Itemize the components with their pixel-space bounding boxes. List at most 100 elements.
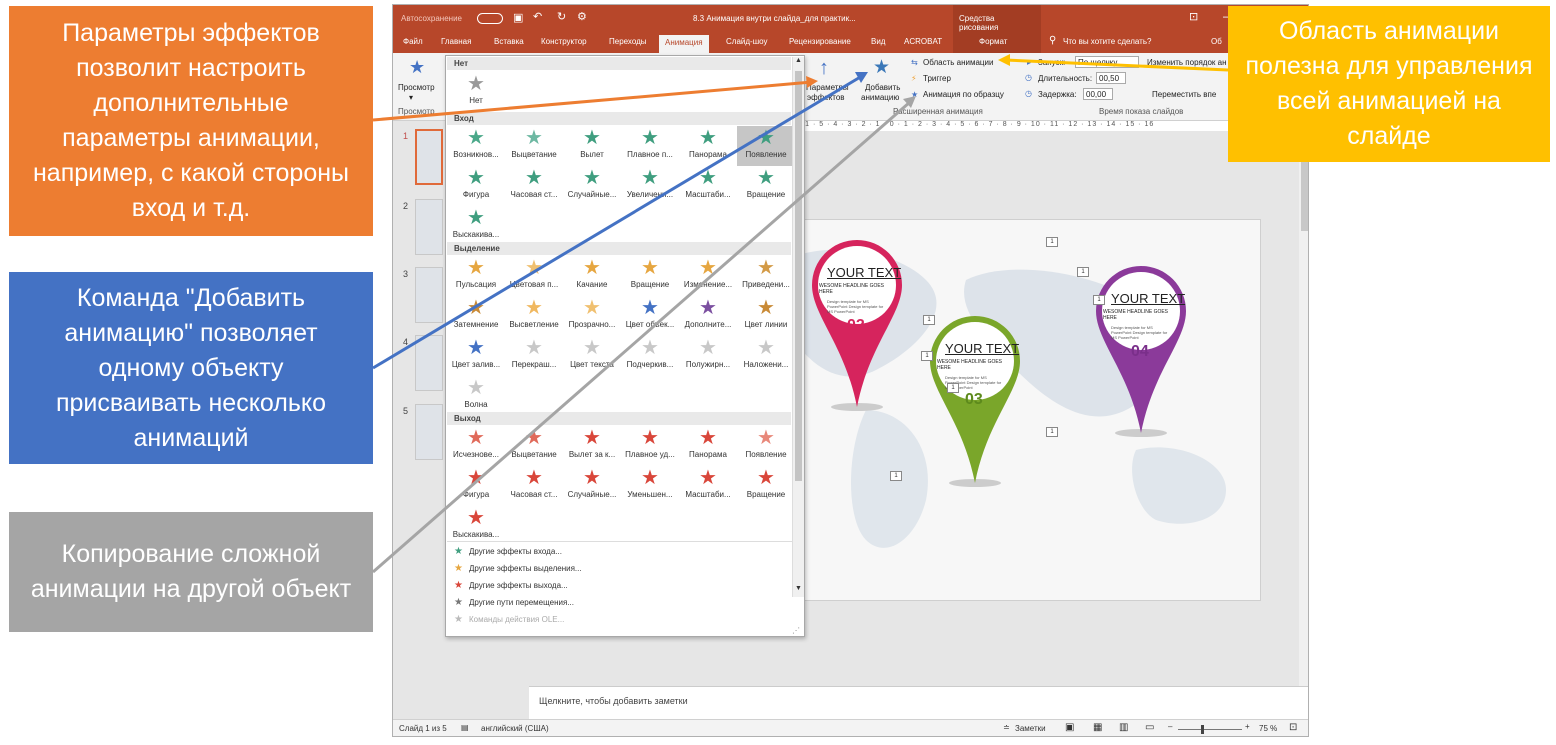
slide-thumbnail-3[interactable] — [415, 267, 443, 323]
tab-format[interactable]: Формат — [953, 33, 1041, 53]
save-icon[interactable]: ▣ — [513, 11, 523, 24]
animation-sequence-tag[interactable]: 1 — [921, 351, 933, 361]
scrollbar-thumb[interactable] — [1301, 151, 1308, 231]
duration-input[interactable]: 00,50 — [1096, 72, 1126, 84]
tab-design[interactable]: Конструктор — [541, 37, 587, 46]
tab-home[interactable]: Главная — [441, 37, 471, 46]
animation-sequence-tag[interactable]: 1 — [923, 315, 935, 325]
animation-sequence-tag[interactable]: 1 — [1077, 267, 1089, 277]
exit-effect-item[interactable]: ★ Часовая ст... — [505, 466, 563, 506]
slideshow-view-icon[interactable]: ▭ — [1145, 722, 1154, 733]
entrance-effect-item[interactable]: ★ Увеличени... — [621, 166, 679, 206]
slide-thumbnail-4[interactable] — [415, 335, 443, 391]
exit-effect-item[interactable]: ★ Исчезнове... — [447, 426, 505, 466]
slide-thumbnail-5[interactable] — [415, 404, 443, 460]
add-animation-button-line1[interactable]: Добавить — [865, 83, 900, 92]
zoom-level[interactable]: 75 % — [1259, 724, 1277, 733]
slide-thumbnail-1[interactable] — [415, 129, 443, 185]
animation-painter-button[interactable]: Анимация по образцу — [923, 90, 1004, 99]
emphasis-effect-item[interactable]: ★ Дополните... — [679, 296, 737, 336]
tab-insert[interactable]: Вставка — [494, 37, 524, 46]
tab-acrobat[interactable]: ACROBAT — [904, 37, 942, 46]
emphasis-effect-item[interactable]: ★ Пульсация — [447, 256, 505, 296]
animation-sequence-tag[interactable]: 1 — [890, 471, 902, 481]
fit-to-window-icon[interactable]: ⊡ — [1289, 722, 1297, 733]
zoom-slider-thumb[interactable] — [1201, 725, 1204, 734]
exit-effect-item[interactable]: ★ Масштаби... — [679, 466, 737, 506]
share-button[interactable]: Об — [1211, 37, 1222, 46]
scroll-up-icon[interactable]: ▲ — [795, 57, 802, 64]
emphasis-effect-item[interactable]: ★ Полужирн... — [679, 336, 737, 376]
gallery-scroll-thumb[interactable] — [795, 71, 802, 481]
emphasis-effect-item[interactable]: ★ Затемнение — [447, 296, 505, 336]
reading-view-icon[interactable]: ▥ — [1119, 722, 1128, 733]
slide-thumbnail-2[interactable] — [415, 199, 443, 255]
emphasis-effect-item[interactable]: ★ Волна — [447, 376, 505, 416]
language-label[interactable]: английский (США) — [481, 724, 549, 733]
more-effects-item[interactable]: ★ Команды действия OLE... — [454, 614, 564, 625]
gallery-scrollbar[interactable]: ▲ ▼ — [792, 57, 804, 597]
more-effects-item[interactable]: ★ Другие эффекты входа... — [454, 546, 562, 557]
animation-sequence-tag[interactable]: 1 — [947, 383, 959, 393]
animation-sequence-tag[interactable]: 1 — [1046, 427, 1058, 437]
redo-icon[interactable]: ↻ — [557, 10, 566, 23]
add-animation-button-line2[interactable]: анимацию — [861, 93, 899, 102]
preview-button[interactable]: Просмотр — [398, 83, 435, 92]
animation-sequence-tag[interactable]: 1 — [1046, 237, 1058, 247]
effect-options-arrow-icon[interactable]: ↑ — [819, 57, 829, 80]
emphasis-effect-item[interactable]: ★ Цвет текста — [563, 336, 621, 376]
exit-effect-item[interactable]: ★ Выцветание — [505, 426, 563, 466]
effect-options-button-line1[interactable]: Параметры — [806, 83, 849, 92]
scroll-down-icon[interactable]: ▼ — [795, 585, 802, 592]
emphasis-effect-item[interactable]: ★ Изменение... — [679, 256, 737, 296]
emphasis-effect-item[interactable]: ★ Вращение — [621, 256, 679, 296]
emphasis-effect-item[interactable]: ★ Цветовая п... — [505, 256, 563, 296]
entrance-effect-item[interactable]: ★ Часовая ст... — [505, 166, 563, 206]
more-effects-item[interactable]: ★ Другие эффекты выхода... — [454, 580, 568, 591]
zoom-out-icon[interactable]: – — [1168, 722, 1172, 731]
entrance-effect-item[interactable]: ★ Вращение — [737, 166, 795, 206]
effect-options-button-line2[interactable]: эффектов — [807, 93, 845, 102]
emphasis-effect-item[interactable]: ★ Перекраш... — [505, 336, 563, 376]
notes-pane[interactable]: Щелкните, чтобы добавить заметки — [529, 686, 1308, 719]
chevron-down-icon[interactable]: ▾ — [409, 93, 413, 102]
vertical-scrollbar[interactable] — [1299, 131, 1308, 686]
customize-icon[interactable]: ⚙ — [577, 10, 587, 23]
start-select[interactable]: По щелчку — [1075, 56, 1139, 68]
pin-03[interactable]: YOUR TEXT WESOME HEADLINE GOES HERE Desi… — [925, 311, 1025, 496]
entrance-effect-item[interactable]: ★ Выцветание — [505, 126, 563, 166]
entrance-effect-item[interactable]: ★ Возникнов... — [447, 126, 505, 166]
undo-icon[interactable]: ↶ — [533, 10, 542, 23]
animation-sequence-tag[interactable]: 1 — [1093, 295, 1105, 305]
zoom-slider[interactable] — [1178, 729, 1242, 730]
entrance-effect-item[interactable]: ★ Фигура — [447, 166, 505, 206]
exit-effect-item[interactable]: ★ Выскакива... — [447, 506, 505, 546]
entrance-effect-item[interactable]: ★ Появление — [737, 126, 795, 166]
emphasis-effect-item[interactable]: ★ Приведени... — [737, 256, 795, 296]
emphasis-effect-item[interactable]: ★ Высветление — [505, 296, 563, 336]
gallery-item-none[interactable]: ★ Нет — [447, 72, 505, 112]
pin-02[interactable]: YOUR TEXT WESOME HEADLINE GOES HERE Desi… — [807, 235, 907, 420]
exit-effect-item[interactable]: ★ Появление — [737, 426, 795, 466]
exit-effect-item[interactable]: ★ Случайные... — [563, 466, 621, 506]
exit-effect-item[interactable]: ★ Панорама — [679, 426, 737, 466]
resize-grip-icon[interactable]: ⋰ — [792, 626, 800, 635]
entrance-effect-item[interactable]: ★ Выскакива... — [447, 206, 505, 246]
tab-animations[interactable]: Анимация — [659, 35, 709, 53]
entrance-effect-item[interactable]: ★ Случайные... — [563, 166, 621, 206]
ribbon-display-icon[interactable]: ⊡ — [1189, 10, 1198, 23]
preview-star-icon[interactable]: ★ — [409, 57, 425, 78]
emphasis-effect-item[interactable]: ★ Подчеркив... — [621, 336, 679, 376]
more-effects-item[interactable]: ★ Другие пути перемещения... — [454, 597, 574, 608]
exit-effect-item[interactable]: ★ Плавное уд... — [621, 426, 679, 466]
tell-me-input[interactable]: Что вы хотите сделать? — [1063, 37, 1151, 46]
animation-pane-button[interactable]: Область анимации — [923, 58, 993, 67]
emphasis-effect-item[interactable]: ★ Наложени... — [737, 336, 795, 376]
entrance-effect-item[interactable]: ★ Панорама — [679, 126, 737, 166]
emphasis-effect-item[interactable]: ★ Прозрачно... — [563, 296, 621, 336]
tab-view[interactable]: Вид — [871, 37, 885, 46]
exit-effect-item[interactable]: ★ Фигура — [447, 466, 505, 506]
pin-04[interactable]: YOUR TEXT WESOME HEADLINE GOES HERE Desi… — [1091, 261, 1191, 446]
add-animation-star-icon[interactable]: ★ — [873, 56, 890, 79]
entrance-effect-item[interactable]: ★ Масштаби... — [679, 166, 737, 206]
